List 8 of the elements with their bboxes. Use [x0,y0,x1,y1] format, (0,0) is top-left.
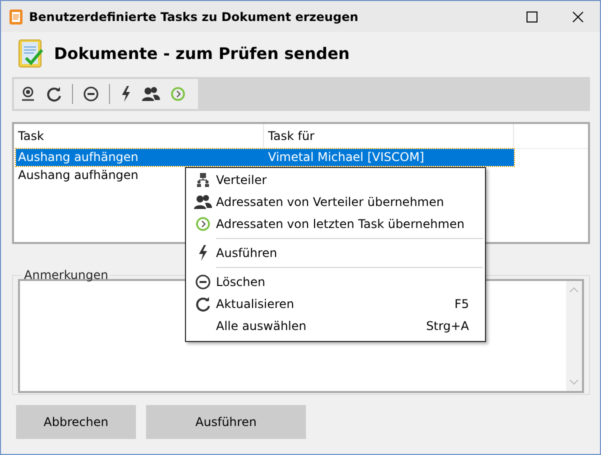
page-title: Dokumente - zum Prüfen senden [54,44,350,62]
table-cell-text: Aushang aufhängen [17,150,138,164]
table-cell-text: Vimetal Michael [VISCOM] [267,150,424,164]
window-title: Benutzerdefinierte Tasks zu Dokument erzeugen [29,10,360,24]
table-cell-text: Aushang aufhängen [17,168,138,182]
notes-label: Anmerkungen [23,268,110,282]
shortcut-text: Strg+A [426,319,469,333]
shortcut-text: F5 [454,297,469,311]
